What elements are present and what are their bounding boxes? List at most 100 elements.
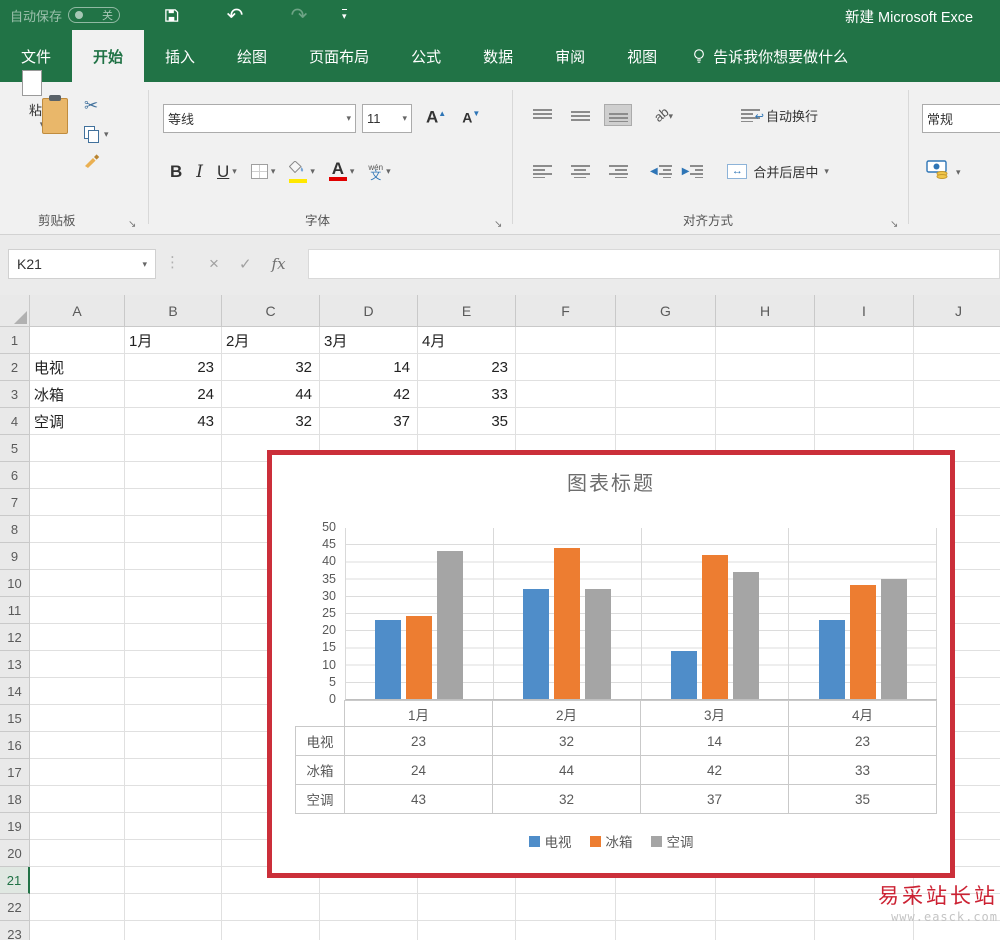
align-right-button[interactable] bbox=[604, 160, 632, 182]
cell-F23[interactable] bbox=[516, 921, 616, 940]
tab-home[interactable]: 开始 bbox=[72, 30, 145, 82]
row-header-4[interactable]: 4 bbox=[0, 408, 30, 435]
cell-A16[interactable] bbox=[30, 732, 125, 759]
cell-B16[interactable] bbox=[125, 732, 222, 759]
row-header-22[interactable]: 22 bbox=[0, 894, 30, 921]
bar-s2-c3[interactable] bbox=[701, 555, 728, 699]
font-size-combo[interactable]: 11 ▾ bbox=[362, 104, 412, 133]
col-header-C[interactable]: C bbox=[222, 295, 320, 327]
cell-G22[interactable] bbox=[616, 894, 716, 921]
tab-formulas[interactable]: 公式 bbox=[390, 30, 462, 82]
cell-A2[interactable]: 电视 bbox=[30, 354, 125, 381]
number-format-combo[interactable]: 常规▾ bbox=[922, 104, 1000, 133]
cell-B10[interactable] bbox=[125, 570, 222, 597]
row-header-3[interactable]: 3 bbox=[0, 381, 30, 408]
cell-C22[interactable] bbox=[222, 894, 320, 921]
select-all-corner[interactable] bbox=[0, 295, 30, 327]
cell-A9[interactable] bbox=[30, 543, 125, 570]
borders-button[interactable]: ▾ bbox=[250, 164, 275, 179]
cell-H2[interactable] bbox=[716, 354, 815, 381]
col-header-J[interactable]: J bbox=[914, 295, 1000, 327]
legend-item[interactable]: 空调 bbox=[650, 831, 694, 851]
formula-bar-handle[interactable]: ⋮ bbox=[165, 253, 180, 271]
cancel-button[interactable]: × bbox=[209, 254, 219, 274]
cell-B21[interactable] bbox=[125, 867, 222, 894]
cell-A20[interactable] bbox=[30, 840, 125, 867]
chart-legend[interactable]: 电视 冰箱 空调 bbox=[272, 831, 950, 851]
cell-G4[interactable] bbox=[616, 408, 716, 435]
cell-H1[interactable] bbox=[716, 327, 815, 354]
underline-dropdown-caret[interactable]: ▾ bbox=[232, 166, 237, 177]
cell-G23[interactable] bbox=[616, 921, 716, 940]
phonetic-guide-button[interactable]: wén 文 ▾ bbox=[368, 163, 391, 181]
cell-E3[interactable]: 33 bbox=[418, 381, 516, 408]
align-bottom-button[interactable] bbox=[604, 104, 632, 126]
cell-B7[interactable] bbox=[125, 489, 222, 516]
cell-F4[interactable] bbox=[516, 408, 616, 435]
align-top-button[interactable] bbox=[528, 104, 556, 126]
cell-E23[interactable] bbox=[418, 921, 516, 940]
cell-F22[interactable] bbox=[516, 894, 616, 921]
cell-E2[interactable]: 23 bbox=[418, 354, 516, 381]
cell-I1[interactable] bbox=[815, 327, 914, 354]
cell-B13[interactable] bbox=[125, 651, 222, 678]
cell-H3[interactable] bbox=[716, 381, 815, 408]
cell-I3[interactable] bbox=[815, 381, 914, 408]
font-name-combo[interactable]: 等线 ▾ bbox=[163, 104, 356, 133]
col-header-F[interactable]: F bbox=[516, 295, 616, 327]
bar-s1-c2[interactable] bbox=[523, 589, 550, 699]
name-box[interactable]: K21 ▾ bbox=[8, 249, 156, 279]
cell-D1[interactable]: 3月 bbox=[320, 327, 418, 354]
cell-A19[interactable] bbox=[30, 813, 125, 840]
cell-C1[interactable]: 2月 bbox=[222, 327, 320, 354]
col-header-E[interactable]: E bbox=[418, 295, 516, 327]
plot-area[interactable] bbox=[345, 528, 937, 700]
cell-A17[interactable] bbox=[30, 759, 125, 786]
row-header-19[interactable]: 19 bbox=[0, 813, 30, 840]
cell-E4[interactable]: 35 bbox=[418, 408, 516, 435]
accounting-format-button[interactable] bbox=[926, 160, 952, 184]
cell-B5[interactable] bbox=[125, 435, 222, 462]
chart-selection-box[interactable]: 图表标题 50 45 40 35 30 25 20 15 10 5 0 1月 2月 3月 4月 电视 23 32… bbox=[267, 450, 955, 878]
autosave-toggle[interactable]: 自动保存 关 bbox=[10, 6, 121, 25]
row-header-10[interactable]: 10 bbox=[0, 570, 30, 597]
row-header-7[interactable]: 7 bbox=[0, 489, 30, 516]
enter-button[interactable]: ✓ bbox=[239, 255, 252, 273]
row-header-13[interactable]: 13 bbox=[0, 651, 30, 678]
bar-s3-c1[interactable] bbox=[437, 551, 464, 699]
customize-qat-button[interactable]: ▾ bbox=[342, 8, 347, 22]
row-header-5[interactable]: 5 bbox=[0, 435, 30, 462]
decrease-indent-button[interactable]: ◀ bbox=[650, 164, 672, 178]
cell-G2[interactable] bbox=[616, 354, 716, 381]
cell-B9[interactable] bbox=[125, 543, 222, 570]
bar-s3-c2[interactable] bbox=[585, 589, 612, 699]
cell-A3[interactable]: 冰箱 bbox=[30, 381, 125, 408]
cell-D23[interactable] bbox=[320, 921, 418, 940]
merge-center-caret[interactable]: ▾ bbox=[824, 166, 829, 177]
save-button[interactable] bbox=[154, 5, 188, 25]
paste-button[interactable]: 粘贴 ▾ bbox=[14, 70, 70, 134]
tab-draw[interactable]: 绘图 bbox=[216, 30, 288, 82]
phonetic-caret[interactable]: ▾ bbox=[386, 166, 391, 177]
cell-J3[interactable] bbox=[914, 381, 1000, 408]
col-header-B[interactable]: B bbox=[125, 295, 222, 327]
row-header-11[interactable]: 11 bbox=[0, 597, 30, 624]
cell-B18[interactable] bbox=[125, 786, 222, 813]
cell-A14[interactable] bbox=[30, 678, 125, 705]
cell-A13[interactable] bbox=[30, 651, 125, 678]
cell-B15[interactable] bbox=[125, 705, 222, 732]
cell-A21[interactable] bbox=[30, 867, 125, 894]
chart-title[interactable]: 图表标题 bbox=[272, 467, 950, 496]
bar-s1-c1[interactable] bbox=[375, 620, 402, 699]
name-box-caret[interactable]: ▾ bbox=[142, 259, 147, 270]
cell-A23[interactable] bbox=[30, 921, 125, 940]
cell-C4[interactable]: 32 bbox=[222, 408, 320, 435]
cell-I2[interactable] bbox=[815, 354, 914, 381]
cell-H23[interactable] bbox=[716, 921, 815, 940]
row-header-12[interactable]: 12 bbox=[0, 624, 30, 651]
fill-color-button[interactable]: ▾ bbox=[289, 160, 315, 183]
cell-A15[interactable] bbox=[30, 705, 125, 732]
font-color-caret[interactable]: ▾ bbox=[350, 166, 355, 177]
bar-s3-c3[interactable] bbox=[732, 572, 759, 699]
autosave-switch[interactable]: 关 bbox=[68, 7, 121, 23]
